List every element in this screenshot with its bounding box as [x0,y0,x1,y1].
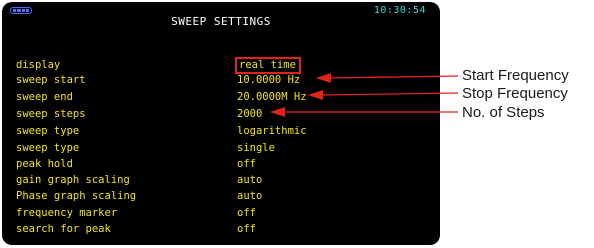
stop-frequency-annotation: Stop Frequency [462,85,568,102]
start-frequency-annotation: Start Frequency [462,67,569,84]
start-frequency-arrowhead [316,73,331,83]
steps-arrowhead [270,107,285,117]
annotation-arrows [270,73,459,117]
start-frequency-arrow [327,75,459,79]
stop-frequency-arrow [319,92,459,96]
stop-frequency-arrowhead [308,90,323,100]
steps-annotation: No. of Steps [462,104,545,121]
